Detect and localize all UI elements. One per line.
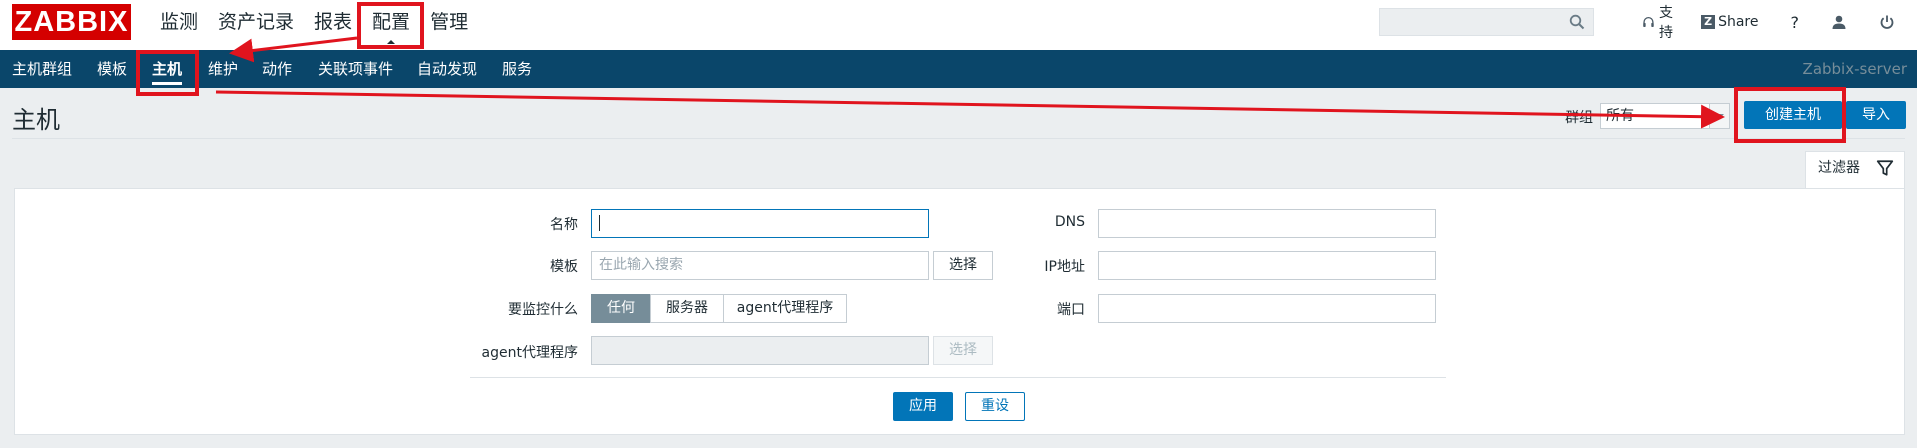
port-input[interactable] bbox=[1098, 294, 1436, 323]
submenu-discovery[interactable]: 自动发现 bbox=[417, 50, 477, 88]
monitored-by-any[interactable]: 任何 bbox=[591, 294, 651, 323]
name-input[interactable] bbox=[591, 209, 929, 238]
submenu-maintenance[interactable]: 维护 bbox=[208, 50, 238, 88]
dns-input[interactable] bbox=[1098, 209, 1436, 238]
menu-administration[interactable]: 管理 bbox=[420, 0, 478, 50]
proxy-select-button[interactable]: 选择 bbox=[933, 336, 993, 365]
import-button[interactable]: 导入 bbox=[1846, 101, 1906, 129]
reset-button[interactable]: 重设 bbox=[965, 392, 1025, 421]
global-search-input[interactable] bbox=[1379, 8, 1594, 36]
submenu-correlation[interactable]: 关联项事件 bbox=[318, 50, 393, 88]
power-icon bbox=[1880, 15, 1894, 29]
name-label: 名称 bbox=[550, 217, 578, 233]
submenu-host-groups[interactable]: 主机群组 bbox=[12, 50, 72, 88]
ip-label: IP地址 bbox=[1044, 259, 1085, 275]
main-menu: 监测 资产记录 报表 配置 管理 bbox=[150, 0, 478, 50]
submenu-actions[interactable]: 动作 bbox=[262, 50, 292, 88]
filter-icon bbox=[1876, 160, 1894, 176]
group-filter-select[interactable]: 所有 bbox=[1600, 103, 1730, 129]
proxy-label: agent代理程序 bbox=[481, 345, 578, 361]
menu-monitoring[interactable]: 监测 bbox=[150, 0, 208, 50]
filter-tab[interactable]: 过滤器 bbox=[1805, 151, 1905, 189]
submenu-templates[interactable]: 模板 bbox=[97, 50, 127, 88]
sign-out-link[interactable] bbox=[1879, 14, 1899, 30]
annotation-arrow-to-create-host bbox=[215, 90, 1725, 129]
create-host-button[interactable]: 创建主机 bbox=[1744, 101, 1842, 129]
share-label: Share bbox=[1718, 14, 1759, 30]
filter-divider bbox=[470, 377, 1446, 378]
submenu-hosts[interactable]: 主机 bbox=[152, 50, 183, 88]
sub-menu: 主机群组 模板 主机 维护 动作 关联项事件 自动发现 服务 Zabbix-se… bbox=[0, 50, 1917, 88]
top-links: 支持 Z Share ? bbox=[1642, 5, 1917, 41]
menu-inventory[interactable]: 资产记录 bbox=[208, 0, 304, 50]
support-label: 支持 bbox=[1658, 5, 1673, 41]
monitored-by-label: 要监控什么 bbox=[508, 302, 578, 318]
search-icon[interactable] bbox=[1569, 14, 1585, 30]
monitored-by-proxy[interactable]: agent代理程序 bbox=[723, 294, 847, 323]
user-profile-link[interactable] bbox=[1831, 14, 1851, 30]
zabbix-share-icon: Z bbox=[1701, 15, 1716, 29]
menu-reports[interactable]: 报表 bbox=[304, 0, 362, 50]
filter-panel bbox=[14, 188, 1905, 435]
template-search-input[interactable]: 在此输入搜索 bbox=[591, 251, 929, 280]
menu-configuration[interactable]: 配置 bbox=[362, 0, 420, 50]
filter-tab-label: 过滤器 bbox=[1818, 160, 1860, 176]
port-label: 端口 bbox=[1057, 302, 1085, 318]
ip-input[interactable] bbox=[1098, 251, 1436, 280]
zabbix-logo[interactable]: ZABBIX bbox=[12, 4, 131, 40]
group-filter-value: 所有 bbox=[1606, 108, 1634, 124]
submenu-services[interactable]: 服务 bbox=[502, 50, 532, 88]
server-name: Zabbix-server bbox=[1802, 60, 1907, 78]
share-link[interactable]: Z Share bbox=[1701, 14, 1759, 30]
apply-button[interactable]: 应用 bbox=[893, 392, 953, 421]
top-bar: ZABBIX 监测 资产记录 报表 配置 管理 支持 Z Share ? bbox=[0, 0, 1917, 50]
header-divider bbox=[12, 138, 1905, 139]
group-filter-label: 群组 bbox=[1565, 110, 1593, 126]
help-link[interactable]: ? bbox=[1791, 13, 1800, 32]
monitored-by-server[interactable]: 服务器 bbox=[650, 294, 724, 323]
dns-label: DNS bbox=[1054, 214, 1085, 230]
help-icon: ? bbox=[1790, 12, 1800, 32]
chevron-down-icon[interactable] bbox=[1709, 104, 1729, 128]
headset-icon bbox=[1643, 16, 1654, 27]
proxy-input[interactable] bbox=[591, 336, 929, 365]
page-title: 主机 bbox=[12, 106, 60, 134]
template-label: 模板 bbox=[550, 259, 578, 275]
user-icon bbox=[1832, 15, 1846, 29]
support-link[interactable]: 支持 bbox=[1642, 2, 1683, 42]
